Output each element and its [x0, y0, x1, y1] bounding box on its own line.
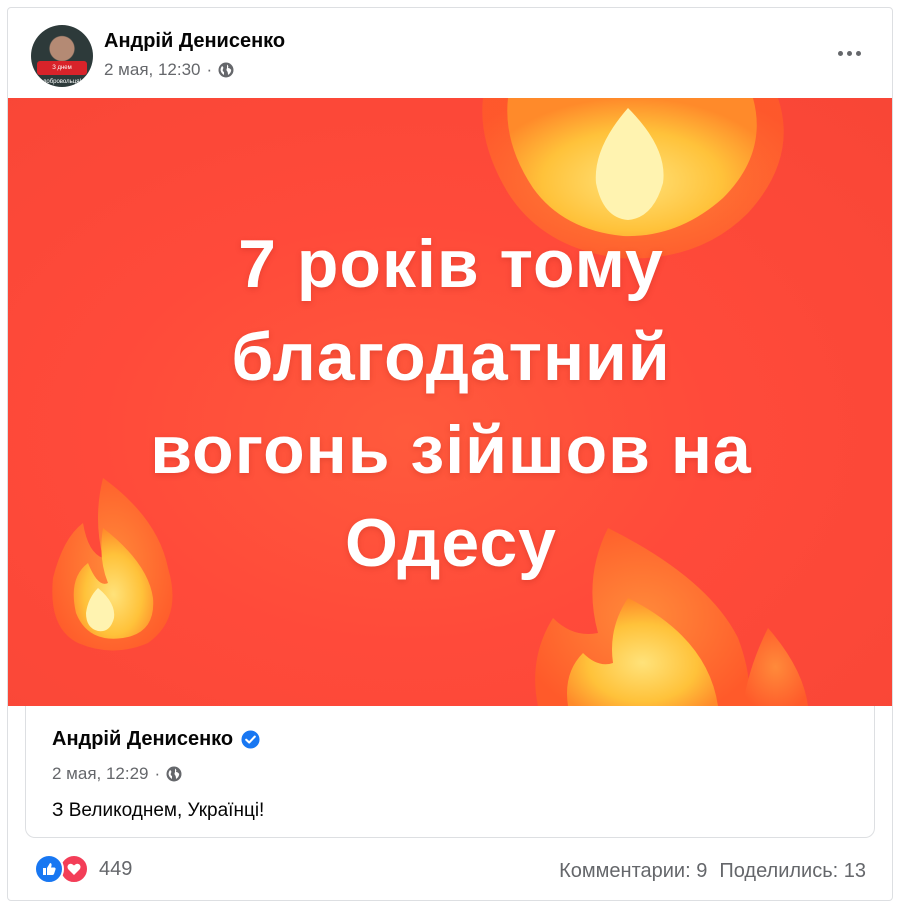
globe-icon[interactable]	[166, 766, 182, 782]
post-meta: 2 мая, 12:30 ·	[104, 60, 234, 80]
reactions-summary[interactable]: 449	[34, 854, 132, 884]
post-header: З днем добровольця! Андрій Денисенко 2 м…	[8, 8, 892, 98]
image-caption-line: 7 років тому	[238, 226, 664, 302]
post-card: З днем добровольця! Андрій Денисенко 2 м…	[7, 7, 893, 901]
shared-post-timestamp[interactable]: 2 мая, 12:29	[52, 764, 149, 784]
shared-author-name[interactable]: Андрій Денисенко	[52, 728, 233, 751]
image-caption-line: вогонь зійшов на	[150, 412, 752, 488]
post-footer: 449 Комментарии: 9 Поделились: 13	[8, 846, 892, 896]
shared-post-author: Андрій Денисенко	[52, 728, 260, 751]
shared-post-meta: 2 мая, 12:29 ·	[52, 764, 182, 784]
post-author-name[interactable]: Андрій Денисенко	[104, 30, 285, 53]
image-caption: 7 років тому благодатний вогонь зійшов н…	[8, 218, 892, 590]
meta-separator: ·	[154, 764, 161, 783]
globe-icon[interactable]	[218, 62, 234, 78]
meta-separator: ·	[206, 60, 213, 79]
dot-icon	[846, 50, 852, 56]
more-options-button[interactable]	[832, 40, 866, 66]
shared-post-text: З Великоднем, Українці!	[52, 800, 265, 821]
dot-icon	[855, 50, 861, 56]
image-caption-line: благодатний	[231, 319, 671, 395]
avatar[interactable]: З днем добровольця!	[31, 25, 93, 87]
engagement-counts: Комментарии: 9 Поделились: 13	[559, 860, 866, 883]
shares-count-link[interactable]: Поделились: 13	[719, 860, 866, 883]
image-caption-line: Одесу	[345, 505, 557, 581]
shared-post[interactable]: Андрій Денисенко 2 мая, 12:29 · З Велико…	[25, 706, 875, 838]
like-icon	[34, 854, 64, 884]
post-image[interactable]: 7 років тому благодатний вогонь зійшов н…	[8, 98, 892, 706]
dot-icon	[837, 50, 843, 56]
avatar-caption: З днем добровольця!	[37, 61, 87, 85]
post-timestamp[interactable]: 2 мая, 12:30	[104, 60, 201, 80]
comments-count-link[interactable]: Комментарии: 9	[559, 860, 707, 883]
verified-badge-icon	[241, 730, 260, 749]
reaction-count: 449	[99, 857, 133, 880]
